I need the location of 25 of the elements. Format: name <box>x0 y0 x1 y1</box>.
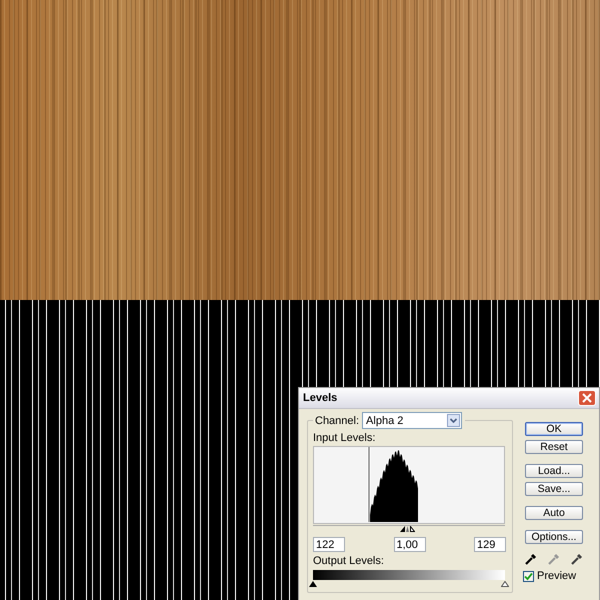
close-icon <box>582 393 592 403</box>
input-levels-label: Input Levels: <box>313 432 376 444</box>
highlight-point-slider[interactable] <box>410 526 416 532</box>
close-button[interactable] <box>578 390 596 406</box>
output-levels-label: Output Levels: <box>313 555 385 567</box>
dialog-button[interactable]: Auto <box>525 506 583 520</box>
dialog-button[interactable]: Load... <box>525 464 583 478</box>
output-shadow-slider[interactable] <box>309 581 317 587</box>
dialog-button[interactable]: Options... <box>525 530 583 544</box>
gamma-slider[interactable] <box>406 526 409 532</box>
channel-dropdown[interactable]: Alpha 2 <box>362 412 462 429</box>
eyedropper-icon[interactable] <box>570 552 584 566</box>
dialog-button[interactable]: OK <box>525 422 583 436</box>
shadow-input-field[interactable]: 122 <box>313 537 345 552</box>
dialog-button[interactable]: Save... <box>525 482 583 496</box>
window-title: Levels <box>303 392 338 404</box>
highlight-input-field[interactable]: 129 <box>474 537 506 552</box>
dialog-button[interactable]: Reset <box>525 440 583 454</box>
eyedropper-icon[interactable] <box>524 552 538 566</box>
output-highlight-slider[interactable] <box>501 581 509 587</box>
preview-label: Preview <box>537 570 576 582</box>
channel-label: Channel: <box>315 414 360 426</box>
preview-checkbox[interactable] <box>523 570 534 582</box>
gamma-input-field[interactable]: 1,00 <box>394 537 426 552</box>
shadow-point-slider[interactable] <box>400 526 405 532</box>
